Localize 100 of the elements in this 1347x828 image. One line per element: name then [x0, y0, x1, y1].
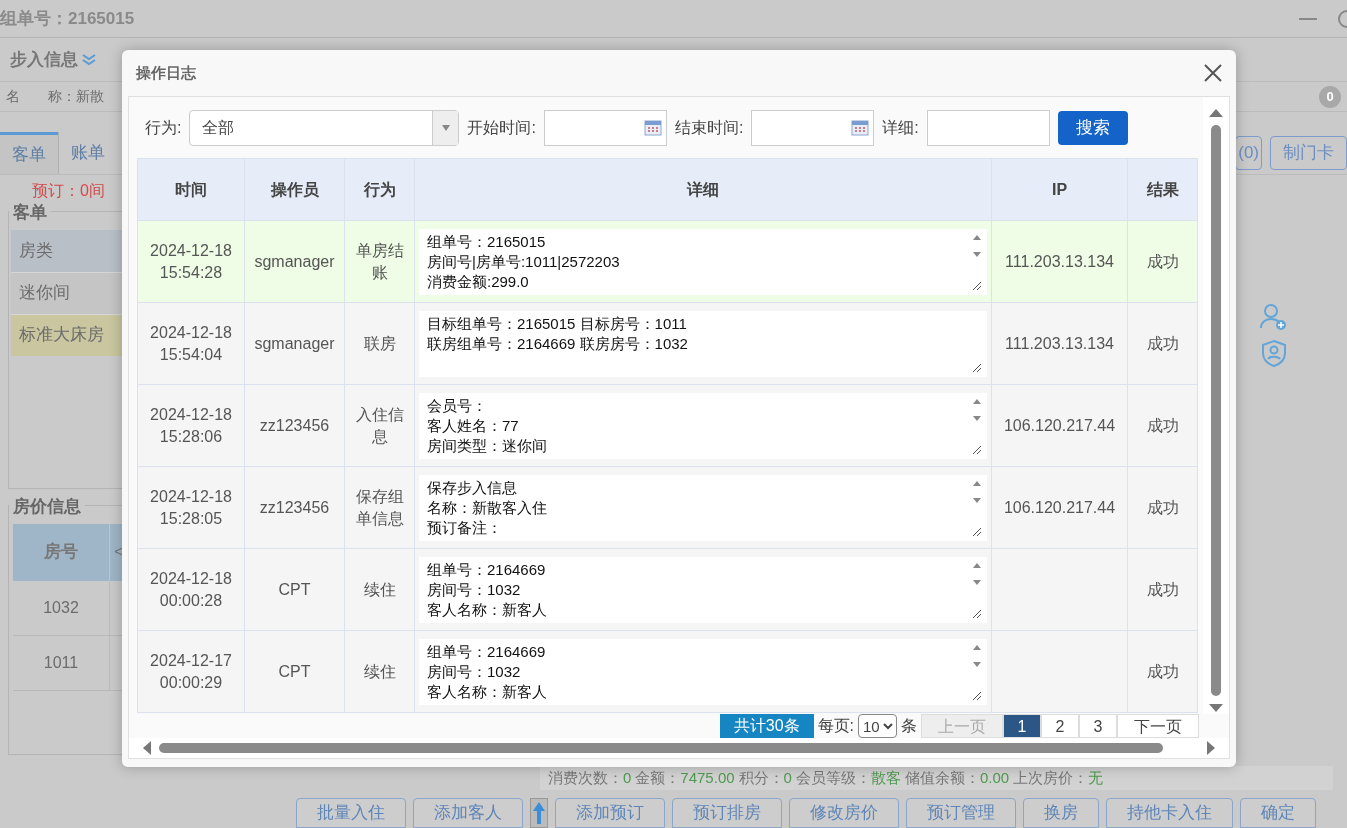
detail-line: 名称：新散客入住 — [427, 497, 548, 518]
scroll-up-icon[interactable] — [1209, 109, 1223, 117]
minimize-icon[interactable] — [1299, 16, 1317, 21]
select-value: 全部 — [201, 117, 235, 138]
table-cell: 成功 — [1127, 220, 1198, 303]
end-date-field[interactable] — [751, 109, 875, 146]
detail-text-area[interactable]: 目标组单号：2165015 目标房号：1011 联房组单号：2164669 联房房号：1032 — [419, 310, 987, 377]
log-time: 2024-12-17 00:00:29 — [149, 650, 233, 693]
stat-label: 上次房价： — [1013, 767, 1089, 788]
detail-line: 目标组单号：2165015 目标房号：1011 — [427, 313, 688, 334]
page-button[interactable]: 2 — [1041, 714, 1079, 738]
log-time: 2024-12-18 15:54:28 — [149, 240, 233, 283]
stat-label: 消费次数： — [548, 767, 623, 788]
scroll-left-icon[interactable] — [143, 741, 151, 755]
double-chevron-icon[interactable] — [82, 53, 96, 66]
table-cell: 106.120.217.44 — [991, 466, 1128, 549]
count-badge: 0 — [1319, 85, 1341, 108]
table-cell: CPT — [244, 548, 345, 631]
table-cell: 续住 — [344, 548, 415, 631]
reservation-count: 预订：0间 — [31, 181, 106, 201]
log-time: 2024-12-18 00:00:28 — [149, 568, 233, 611]
detail-line: 预订备注： — [427, 517, 503, 538]
stat-label: 金额： — [635, 767, 681, 788]
detail-text-area[interactable]: 组单号：2164669 房间号：1032 客人名称：新客人 — [419, 556, 987, 623]
page-title: 组单号：2165015 — [0, 7, 135, 30]
calendar-icon[interactable] — [643, 119, 662, 136]
log-row[interactable]: 2024-12-17 00:00:29 CPT 续住 组单号：2164669 房间号：1032 客人名称：新客人 成功 — [137, 630, 1198, 713]
filter-label: 行为: — [144, 117, 182, 138]
stat-value: 0 — [623, 767, 632, 788]
detail-text-area[interactable]: 组单号：2165015 房间号|房单号:1011|2572203 消费金额:299.0 — [419, 228, 987, 295]
stat-value: 7475.00 — [680, 767, 735, 788]
stat-value: 0.00 — [979, 767, 1010, 788]
detail-line: 保存步入信息 — [427, 477, 518, 498]
stat-label: 会员等级： — [795, 767, 871, 788]
section-heading: 步入信息 — [10, 48, 78, 71]
detail-text-area[interactable]: 组单号：2164669 房间号：1032 客人名称：新客人 — [419, 638, 987, 705]
log-row[interactable]: 2024-12-18 15:28:06 zz123456 入住信息 会员号： 客人姓名：77 房间类型：迷你间 106.120.217.44 成功 — [137, 384, 1198, 467]
action-select[interactable]: 全部 — [189, 109, 460, 146]
next-page-button[interactable]: 下一页 — [1117, 714, 1199, 738]
filter-label: 开始时间: — [467, 117, 536, 138]
dropdown-caret-icon — [441, 124, 450, 131]
table-cell: zz123456 — [244, 384, 345, 467]
page-button[interactable]: 3 — [1079, 714, 1117, 738]
detail-line: 组单号：2164669 — [427, 641, 547, 662]
person-add-icon[interactable] — [1259, 303, 1287, 331]
table-cell: 成功 — [1127, 466, 1198, 549]
per-page-select[interactable]: 10 — [858, 714, 897, 738]
horizontal-scrollbar[interactable] — [129, 738, 1229, 758]
table-cell: 111.203.13.134 — [991, 302, 1128, 385]
per-page-unit: 条 — [901, 716, 917, 736]
table-header-cell-text: 房号 — [43, 541, 79, 564]
scroll-right-icon[interactable] — [1207, 741, 1215, 755]
log-time: 2024-12-18 15:28:06 — [149, 404, 233, 447]
total-count: 共计30条 — [719, 714, 814, 738]
column-header: 结果 — [1127, 158, 1198, 221]
resize-grip-icon[interactable] — [972, 608, 982, 619]
table-cell: sgmanager — [244, 220, 345, 303]
start-date-field[interactable] — [543, 109, 667, 146]
table-cell: CPT — [244, 630, 345, 713]
page-button[interactable]: 1 — [1003, 714, 1041, 738]
table-cell: 106.120.217.44 — [991, 384, 1128, 467]
detail-line: 房间号：1032 — [427, 661, 522, 682]
detail-text-area[interactable]: 保存步入信息 名称：新散客入住 预订备注： — [419, 474, 987, 541]
table-cell: zz123456 — [244, 466, 345, 549]
column-header: 操作员 — [244, 158, 345, 221]
table-cell: 成功 — [1127, 548, 1198, 631]
up-arrow-button[interactable] — [530, 798, 548, 828]
detail-line: 房间号|房单号:1011|2572203 — [427, 251, 621, 272]
log-row[interactable]: 2024-12-18 15:28:05 zz123456 保存组单信息 保存步入信息 名称：新散客入住 预订备注： 106.120.217.44 成功 — [137, 466, 1198, 549]
resize-grip-icon[interactable] — [972, 690, 982, 701]
stat-value: 无 — [1088, 767, 1104, 788]
detail-line: 客人名称：新客人 — [427, 599, 548, 620]
close-icon[interactable] — [1204, 64, 1222, 82]
table-cell: 联房 — [344, 302, 415, 385]
detail-line: 组单号：2165015 — [427, 231, 547, 252]
resize-grip-icon[interactable] — [972, 362, 982, 373]
log-row[interactable]: 2024-12-18 15:54:04 sgmanager 联房 目标组单号：2165015 目标房号：1011 联房组单号：2164669 联房房号：1032 111.203.13.134 成功 — [137, 302, 1198, 385]
detail-text-area[interactable]: 会员号： 客人姓名：77 房间类型：迷你间 — [419, 392, 987, 459]
detail-line: 客人名称：新客人 — [427, 681, 548, 702]
log-row[interactable]: 2024-12-18 00:00:28 CPT 续住 组单号：2164669 房间号：1032 客人名称：新客人 成功 — [137, 548, 1198, 631]
calendar-icon[interactable] — [851, 119, 870, 136]
table-cell: 成功 — [1127, 630, 1198, 713]
dialog-title: 操作日志 — [136, 62, 196, 83]
table-cell-text: 1011 — [42, 652, 80, 673]
table-cell: 单房结账 — [344, 220, 415, 303]
detail-search-field[interactable] — [926, 109, 1050, 146]
table-cell: 续住 — [344, 630, 415, 713]
scroll-down-icon[interactable] — [1209, 704, 1223, 712]
resize-grip-icon[interactable] — [972, 526, 982, 537]
log-row[interactable]: 2024-12-18 15:54:28 sgmanager 单房结账 组单号：2165015 房间号|房单号:1011|2572203 消费金额:299.0 111.203.13.134 成功 — [137, 220, 1198, 303]
resize-grip-icon[interactable] — [972, 444, 982, 455]
filter-label: 详细: — [882, 117, 919, 138]
resize-grip-icon[interactable] — [972, 280, 982, 291]
search-button[interactable]: 搜索 — [1057, 110, 1128, 145]
table-cell: sgmanager — [244, 302, 345, 385]
detail-line: 联房组单号：2164669 联房房号：1032 — [427, 333, 689, 354]
vertical-scrollbar[interactable] — [1203, 97, 1229, 714]
column-header: 行为 — [344, 158, 415, 221]
name-field-label: 名 称：新散 — [6, 87, 104, 106]
stat-label: 储值余额： — [904, 767, 980, 788]
